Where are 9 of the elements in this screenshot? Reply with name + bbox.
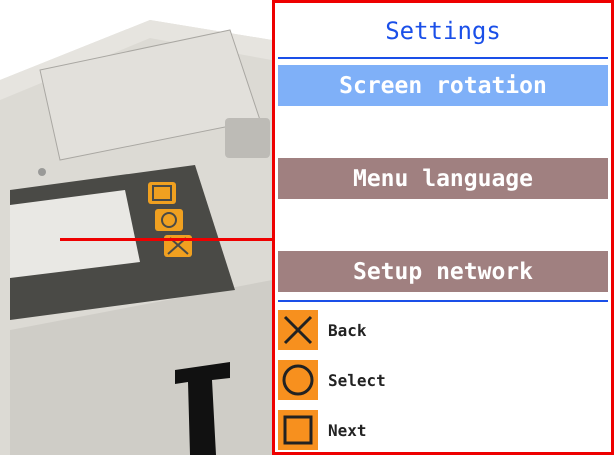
cross-icon xyxy=(278,310,318,350)
button-label: Select xyxy=(328,370,386,390)
menu-item[interactable]: Menu language xyxy=(278,158,608,199)
square-icon xyxy=(278,410,318,450)
button-label: Back xyxy=(328,320,367,340)
button-label: Next xyxy=(328,420,367,440)
screen-title: Settings xyxy=(384,16,502,47)
menu-item[interactable]: Setup network xyxy=(278,251,608,292)
menu-item[interactable]: Screen rotation xyxy=(278,65,608,106)
